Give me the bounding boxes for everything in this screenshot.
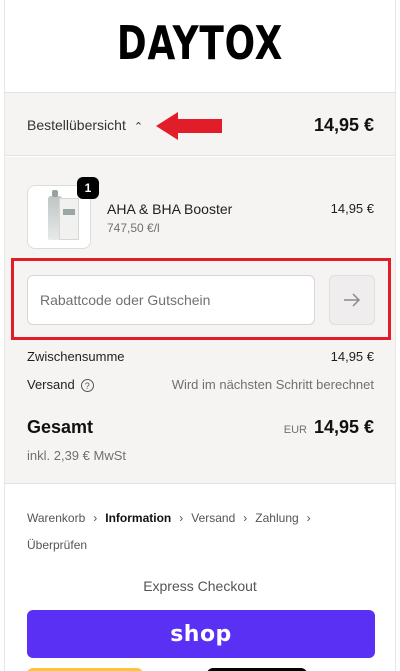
express-checkout-label: Express Checkout <box>143 578 257 594</box>
total-label: Gesamt <box>27 417 94 437</box>
checkout-page: DAYTOX Bestellübersicht ⌃ 14,95 € 1 AHA … <box>4 0 396 671</box>
chevron-up-icon: ⌃ <box>133 120 144 133</box>
tax-note: inkl. 2,39 € MwSt <box>27 448 126 463</box>
brand-logo[interactable]: DAYTOX <box>48 20 352 66</box>
quantity-badge: 1 <box>77 177 99 199</box>
breadcrumb-payment: Zahlung <box>255 511 299 525</box>
order-summary-panel: 1 AHA & BHA Booster 747,50 €/l 14,95 € Z… <box>5 157 395 484</box>
apply-discount-button[interactable] <box>329 275 375 325</box>
shop-pay-button[interactable]: shop <box>27 610 375 658</box>
product-price: 14,95 € <box>330 201 374 216</box>
product-unit-price: 747,50 €/l <box>107 221 160 235</box>
breadcrumb-shipping: Versand <box>191 511 236 525</box>
shipping-row: Versand? <box>27 377 94 393</box>
breadcrumb-cart[interactable]: Warenkorb <box>27 505 85 532</box>
chevron-right-icon: › <box>243 511 248 525</box>
annotation-arrow-icon <box>156 112 222 140</box>
breadcrumb-information: Information <box>105 511 172 525</box>
chevron-right-icon: › <box>179 511 184 525</box>
order-summary-total: 14,95 € <box>313 115 374 135</box>
package-icon <box>59 198 79 240</box>
discount-code-input[interactable] <box>27 275 315 325</box>
chevron-right-icon: › <box>306 511 311 525</box>
breadcrumb: Warenkorb › Information › Versand › Zahlung › Üb… <box>27 505 377 559</box>
shipping-label: Versand <box>27 377 75 392</box>
help-icon[interactable]: ? <box>80 379 94 393</box>
subtotal-value: 14,95 € <box>330 349 374 364</box>
chevron-right-icon: › <box>93 511 98 525</box>
total-currency: EUR <box>283 424 307 436</box>
subtotal-label: Zwischensumme <box>27 349 125 364</box>
shipping-value: Wird im nächsten Schritt berechnet <box>171 377 374 392</box>
header: DAYTOX <box>5 0 395 93</box>
order-summary-toggle[interactable]: Bestellübersicht ⌃ <box>27 117 143 133</box>
breadcrumb-review: Überprüfen <box>27 538 88 552</box>
product-name: AHA & BHA Booster <box>107 201 233 217</box>
order-summary-bar[interactable]: Bestellübersicht ⌃ 14,95 € <box>5 93 395 156</box>
total-amount: 14,95 € <box>313 417 374 437</box>
order-summary-label: Bestellübersicht <box>27 117 126 133</box>
arrow-right-icon <box>344 293 361 307</box>
